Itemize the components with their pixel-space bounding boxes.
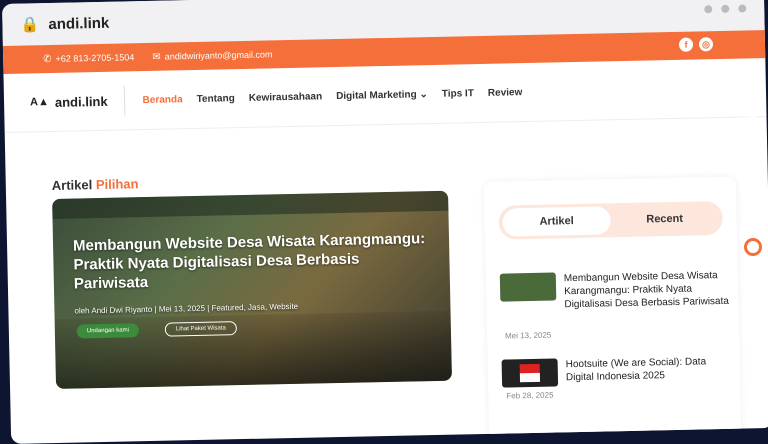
link-icon	[744, 238, 762, 256]
sidebar-tabs: Artikel Recent	[498, 200, 723, 240]
nav-item-tips-it[interactable]: Tips IT	[442, 88, 474, 100]
nav-item-digital-marketing[interactable]: Digital Marketing ⌄	[336, 89, 428, 102]
post-title[interactable]: Hootsuite (We are Social): Data Digital …	[566, 355, 733, 386]
flag-top-icon	[519, 363, 540, 374]
window-dot[interactable]	[721, 4, 730, 13]
nav-item-kewirausahaan[interactable]: Kewirausahaan	[249, 91, 323, 104]
nav-item-review[interactable]: Review	[488, 87, 523, 99]
sidebar-widget: Artikel Recent Membangun Website Desa Wi…	[483, 176, 742, 442]
watermark-text: GUESTPOSTLINKS	[743, 56, 759, 200]
section-title-main: Artikel	[51, 177, 93, 193]
hero-primary-button[interactable]: Undangan kami	[76, 323, 140, 339]
lock-icon: 🔒	[20, 16, 40, 34]
instagram-icon[interactable]: ◎	[698, 37, 714, 52]
post-date: Mei 13, 2025	[504, 330, 552, 341]
hero-secondary-button[interactable]: Lihat Paket Wisata	[164, 321, 238, 337]
email-contact[interactable]: ✉ andidwiriyanto@gmail.com	[152, 49, 272, 63]
logo-text: andi.link	[54, 93, 108, 110]
window-dot[interactable]	[738, 4, 747, 13]
tab-artikel[interactable]: Artikel	[502, 206, 611, 237]
phone-number: +62 813-2705-1504	[55, 51, 135, 64]
tab-recent[interactable]: Recent	[610, 204, 719, 234]
nav-menu: Beranda Tentang Kewirausahaan Digital Ma…	[143, 87, 523, 106]
phone-contact[interactable]: ✆ +62 813-2705-1504	[43, 52, 134, 65]
facebook-icon[interactable]: f	[678, 37, 694, 52]
section-title-highlight: Pilihan	[95, 176, 139, 193]
email-address: andidwiriyanto@gmail.com	[164, 48, 273, 62]
site-logo[interactable]: A▲ andi.link	[29, 85, 125, 118]
hero-image-shade	[54, 310, 452, 389]
list-item[interactable]: Membangun Website Desa Wisata Karangmang…	[499, 269, 731, 341]
guestpostlinks-watermark: GUESTPOSTLINKS	[736, 40, 766, 260]
featured-post-title[interactable]: Membangun Website Desa Wisata Karangmang…	[73, 229, 434, 294]
section-title: Artikel Pilihan	[52, 176, 139, 193]
mail-icon: ✉	[152, 51, 161, 63]
featured-post-card[interactable]: Membangun Website Desa Wisata Karangmang…	[52, 190, 452, 389]
nav-item-beranda[interactable]: Beranda	[143, 94, 183, 106]
list-item[interactable]: Hootsuite (We are Social): Data Digital …	[501, 355, 733, 401]
nav-item-tentang[interactable]: Tentang	[197, 93, 235, 105]
window-controls	[704, 4, 747, 14]
hero-inner-navbar	[52, 190, 449, 219]
post-title[interactable]: Membangun Website Desa Wisata Karangmang…	[564, 269, 731, 311]
address-bar[interactable]: andi.link	[48, 14, 109, 32]
flag-bottom-icon	[519, 372, 541, 383]
logo-mark-icon: A▲	[29, 96, 50, 109]
post-date: Feb 28, 2025	[506, 390, 554, 401]
post-thumbnail[interactable]	[501, 358, 559, 388]
post-thumbnail[interactable]	[499, 272, 557, 302]
browser-window: 🔒 andi.link ✆ +62 813-2705-1504 ✉ andidwir…	[2, 0, 768, 444]
featured-post-meta: oleh Andi Dwi Riyanto | Mei 13, 2025 | F…	[74, 301, 299, 316]
social-links: f ◎	[678, 37, 714, 52]
window-dot[interactable]	[704, 5, 713, 14]
phone-icon: ✆	[43, 53, 52, 65]
